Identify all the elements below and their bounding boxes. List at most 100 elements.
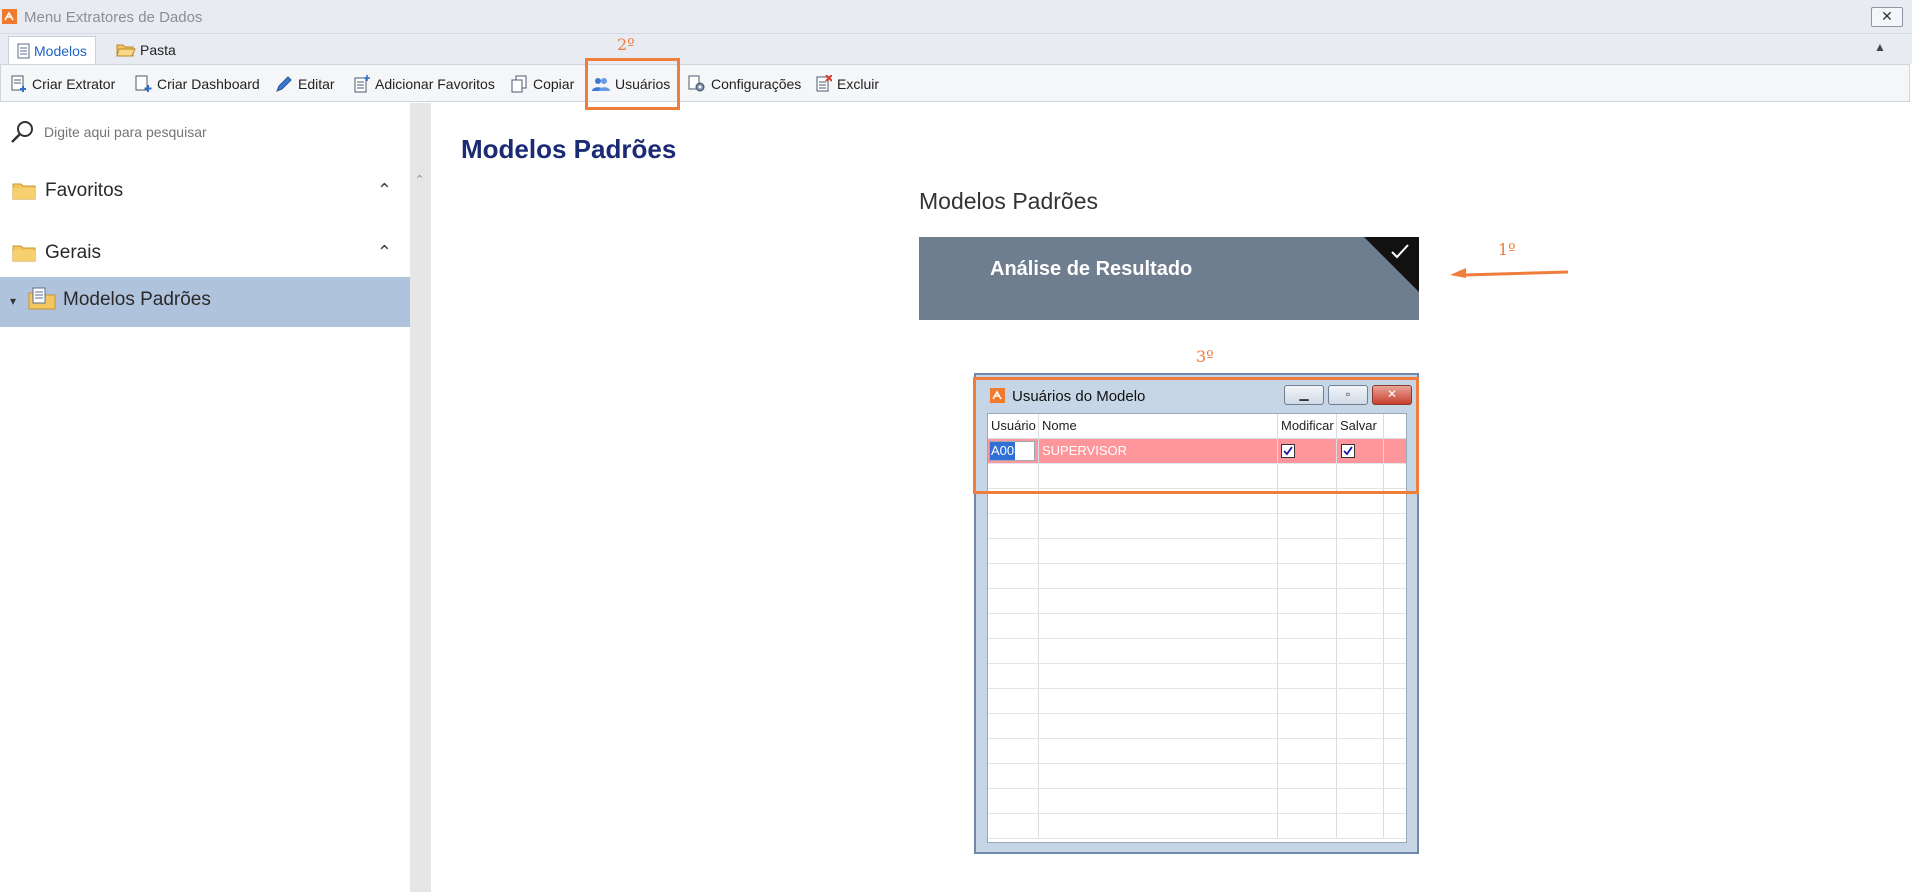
- grid-cell-empty[interactable]: [988, 764, 1039, 788]
- grid-cell-empty[interactable]: [988, 514, 1039, 538]
- table-row-empty[interactable]: [988, 789, 1406, 814]
- copiar-button[interactable]: Copiar: [511, 72, 574, 96]
- grid-cell-empty[interactable]: [1039, 639, 1278, 663]
- grid-cell-empty[interactable]: [988, 664, 1039, 688]
- grid-cell-empty[interactable]: [1278, 814, 1337, 838]
- grid-cell-empty[interactable]: [1039, 564, 1278, 588]
- table-row-empty[interactable]: [988, 539, 1406, 564]
- grid-cell-empty[interactable]: [1039, 714, 1278, 738]
- grid-cell-empty[interactable]: [1384, 639, 1406, 663]
- sidebar: Favoritos ⌃ Gerais ⌃ ▾ Modelos Padrões: [0, 103, 410, 892]
- table-row-empty[interactable]: [988, 564, 1406, 589]
- grid-cell-empty[interactable]: [1337, 814, 1384, 838]
- table-row-empty[interactable]: [988, 814, 1406, 839]
- grid-cell-empty[interactable]: [1384, 739, 1406, 763]
- grid-cell-empty[interactable]: [988, 739, 1039, 763]
- grid-cell-empty[interactable]: [988, 564, 1039, 588]
- grid-cell-empty[interactable]: [988, 639, 1039, 663]
- grid-cell-empty[interactable]: [988, 589, 1039, 613]
- grid-cell-empty[interactable]: [1337, 764, 1384, 788]
- grid-cell-empty[interactable]: [1384, 789, 1406, 813]
- criar-extrator-button[interactable]: Criar Extrator: [11, 72, 115, 96]
- grid-cell-empty[interactable]: [1039, 514, 1278, 538]
- sidebar-group-gerais[interactable]: Gerais ⌃: [12, 238, 392, 268]
- grid-cell-empty[interactable]: [1384, 514, 1406, 538]
- grid-cell-empty[interactable]: [1278, 514, 1337, 538]
- grid-cell-empty[interactable]: [1384, 589, 1406, 613]
- sidebar-scrollbar[interactable]: ⌃: [410, 103, 431, 892]
- chevron-up-icon[interactable]: ⌃: [377, 242, 392, 263]
- grid-cell-empty[interactable]: [1039, 814, 1278, 838]
- grid-cell-empty[interactable]: [1278, 789, 1337, 813]
- grid-cell-empty[interactable]: [1337, 664, 1384, 688]
- grid-cell-empty[interactable]: [1337, 689, 1384, 713]
- table-row-empty[interactable]: [988, 764, 1406, 789]
- grid-cell-empty[interactable]: [1039, 739, 1278, 763]
- model-card-analise-de-resultado[interactable]: Análise de Resultado: [919, 237, 1419, 320]
- grid-cell-empty[interactable]: [988, 814, 1039, 838]
- grid-cell-empty[interactable]: [1039, 764, 1278, 788]
- grid-cell-empty[interactable]: [988, 689, 1039, 713]
- tab-pasta[interactable]: Pasta: [108, 36, 184, 64]
- grid-cell-empty[interactable]: [1384, 714, 1406, 738]
- grid-cell-empty[interactable]: [1039, 789, 1278, 813]
- grid-cell-empty[interactable]: [1278, 714, 1337, 738]
- grid-cell-empty[interactable]: [1384, 764, 1406, 788]
- expand-arrow-icon[interactable]: ▾: [10, 294, 16, 308]
- tab-modelos[interactable]: Modelos: [8, 36, 96, 64]
- grid-cell-empty[interactable]: [1337, 739, 1384, 763]
- adicionar-favoritos-button[interactable]: Adicionar Favoritos: [354, 72, 495, 96]
- grid-cell-empty[interactable]: [1384, 614, 1406, 638]
- criar-dashboard-button[interactable]: Criar Dashboard: [135, 72, 260, 96]
- grid-cell-empty[interactable]: [1384, 564, 1406, 588]
- grid-cell-empty[interactable]: [988, 539, 1039, 563]
- grid-cell-empty[interactable]: [1039, 589, 1278, 613]
- grid-cell-empty[interactable]: [1384, 664, 1406, 688]
- grid-cell-empty[interactable]: [1039, 689, 1278, 713]
- table-row-empty[interactable]: [988, 614, 1406, 639]
- window-close-button[interactable]: ✕: [1871, 7, 1903, 27]
- grid-cell-empty[interactable]: [1278, 539, 1337, 563]
- grid-cell-empty[interactable]: [1384, 689, 1406, 713]
- grid-cell-empty[interactable]: [1278, 589, 1337, 613]
- grid-cell-empty[interactable]: [1278, 564, 1337, 588]
- grid-cell-empty[interactable]: [1278, 689, 1337, 713]
- grid-cell-empty[interactable]: [1337, 614, 1384, 638]
- grid-cell-empty[interactable]: [1039, 664, 1278, 688]
- chevron-up-icon[interactable]: ⌃: [377, 180, 392, 201]
- search-input[interactable]: [44, 124, 384, 140]
- table-row-empty[interactable]: [988, 714, 1406, 739]
- grid-cell-empty[interactable]: [988, 714, 1039, 738]
- grid-cell-empty[interactable]: [1337, 514, 1384, 538]
- grid-cell-empty[interactable]: [988, 614, 1039, 638]
- grid-cell-empty[interactable]: [1337, 789, 1384, 813]
- grid-cell-empty[interactable]: [1337, 714, 1384, 738]
- grid-cell-empty[interactable]: [1039, 539, 1278, 563]
- table-row-empty[interactable]: [988, 514, 1406, 539]
- grid-cell-empty[interactable]: [1384, 814, 1406, 838]
- grid-cell-empty[interactable]: [988, 789, 1039, 813]
- collapse-ribbon-icon[interactable]: ▲: [1874, 40, 1886, 54]
- grid-cell-empty[interactable]: [1039, 614, 1278, 638]
- table-row-empty[interactable]: [988, 639, 1406, 664]
- grid-cell-empty[interactable]: [1278, 739, 1337, 763]
- table-row-empty[interactable]: [988, 689, 1406, 714]
- grid-cell-empty[interactable]: [1337, 539, 1384, 563]
- grid-cell-empty[interactable]: [1337, 639, 1384, 663]
- editar-button[interactable]: Editar: [275, 72, 335, 96]
- configuracoes-button[interactable]: Configurações: [688, 72, 801, 96]
- grid-cell-empty[interactable]: [1337, 564, 1384, 588]
- grid-cell-empty[interactable]: [1278, 664, 1337, 688]
- excluir-button[interactable]: Excluir: [816, 72, 879, 96]
- grid-cell-empty[interactable]: [1278, 614, 1337, 638]
- table-row-empty[interactable]: [988, 739, 1406, 764]
- table-row-empty[interactable]: [988, 589, 1406, 614]
- scroll-up-icon[interactable]: ⌃: [415, 173, 424, 186]
- table-row-empty[interactable]: [988, 664, 1406, 689]
- grid-cell-empty[interactable]: [1278, 764, 1337, 788]
- sidebar-group-favoritos[interactable]: Favoritos ⌃: [12, 176, 392, 206]
- sidebar-item-modelos-padroes[interactable]: ▾ Modelos Padrões: [0, 277, 410, 327]
- grid-cell-empty[interactable]: [1384, 539, 1406, 563]
- grid-cell-empty[interactable]: [1278, 639, 1337, 663]
- grid-cell-empty[interactable]: [1337, 589, 1384, 613]
